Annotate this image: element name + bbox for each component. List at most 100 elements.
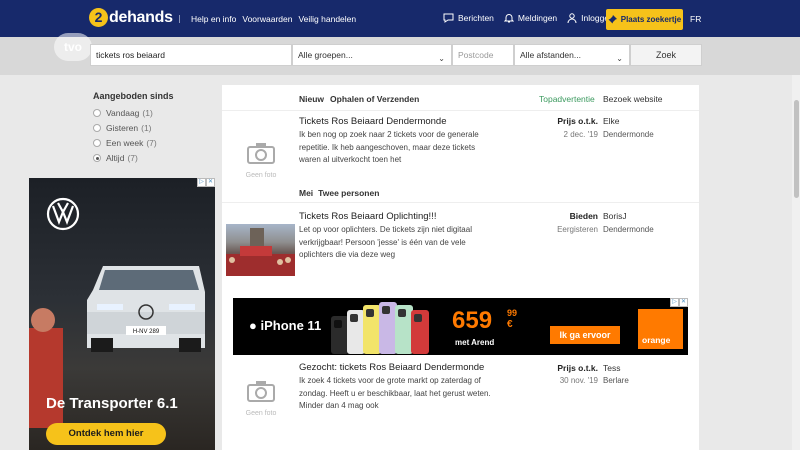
- listing-location: Berlare: [603, 376, 629, 385]
- help-link[interactable]: Help en info: [191, 14, 236, 24]
- tab-new[interactable]: Nieuw: [299, 94, 324, 104]
- listing-location: Dendermonde: [603, 225, 654, 234]
- listing-description: Ik ben nog op zoek naar 2 tickets voor d…: [299, 130, 479, 164]
- apple-icon: ●: [249, 318, 257, 333]
- visit-website-link[interactable]: Bezoek website: [603, 94, 663, 104]
- scrollbar-thumb[interactable]: [794, 100, 799, 198]
- listing-price: Bieden: [569, 211, 598, 221]
- header-links: Help en info Voorwaarden Veilig handelen: [191, 14, 356, 24]
- vw-logo-icon: [46, 197, 80, 231]
- listing-date: 30 nov. '19: [559, 376, 598, 385]
- product-name: iPhone 11: [260, 318, 322, 333]
- filter-always[interactable]: Altijd (7): [93, 153, 138, 163]
- filter-yesterday[interactable]: Gisteren (1): [93, 123, 152, 133]
- site-logo[interactable]: 2 dehands: [89, 8, 173, 27]
- place-ad-button[interactable]: Plaats zoekertje: [606, 9, 683, 30]
- no-photo-label: Geen foto: [245, 171, 277, 179]
- section-label: Mei Twee personen: [299, 188, 379, 198]
- notifications-link[interactable]: Meldingen: [503, 13, 558, 23]
- listing-title[interactable]: Tickets Ros Beiaard Dendermonde: [299, 116, 447, 127]
- listing-description: Ik zoek 4 tickets voor de grote markt op…: [299, 376, 491, 410]
- pin-icon: [608, 15, 617, 24]
- ad-close-icon[interactable]: ✕: [679, 298, 688, 307]
- ad-choices[interactable]: ▷ ✕: [197, 178, 215, 187]
- ad-price-cents: 99: [507, 308, 518, 318]
- volkswagen-ad[interactable]: ▷ ✕ H-NV 289 De Transporter 6.1 Ontdek h…: [29, 178, 215, 450]
- camera-icon: [247, 142, 275, 164]
- ad-info-icon[interactable]: ▷: [670, 298, 679, 307]
- ad-info-icon[interactable]: ▷: [197, 178, 206, 187]
- messages-link[interactable]: Berichten: [443, 13, 494, 23]
- listing-date: 2 dec. '19: [563, 130, 598, 139]
- filter-label: Gisteren: [106, 123, 139, 133]
- category-value: Alle groepen...: [298, 50, 353, 60]
- discover-button[interactable]: Ontdek hem hier: [46, 423, 166, 445]
- chevron-down-icon: ⌄: [438, 54, 445, 63]
- listing-seller[interactable]: Elke: [603, 116, 620, 126]
- radio-button[interactable]: [93, 124, 101, 132]
- postcode-input[interactable]: Postcode: [452, 44, 514, 66]
- notifications-label: Meldingen: [517, 13, 558, 23]
- listing-seller[interactable]: Tess: [603, 363, 620, 373]
- distance-value: Alle afstanden...: [520, 50, 581, 60]
- listing-price: Prijs o.t.k.: [557, 363, 598, 373]
- radio-button[interactable]: [93, 109, 101, 117]
- iphone-logo: ● iPhone 11: [249, 318, 321, 333]
- terms-link[interactable]: Voorwaarden: [242, 14, 292, 24]
- tvo-watermark: tvo: [54, 33, 92, 61]
- place-ad-label: Plaats zoekertje: [620, 15, 682, 24]
- search-button[interactable]: Zoek: [630, 44, 702, 66]
- filter-label: Een week: [106, 138, 144, 148]
- distance-select[interactable]: Alle afstanden... ⌄: [514, 44, 630, 66]
- ad-close-icon[interactable]: ✕: [206, 178, 215, 187]
- license-plate: H-NV 289: [133, 329, 160, 335]
- ad-subtitle: met Arend: [455, 338, 495, 347]
- chevron-down-icon: ⌄: [616, 54, 623, 63]
- filter-count: (1): [142, 108, 153, 118]
- filter-count: (7): [127, 153, 138, 163]
- listing-tabs: Nieuw Ophalen of Verzenden: [299, 94, 419, 104]
- language-switch[interactable]: FR: [690, 14, 701, 24]
- divider: [222, 110, 699, 111]
- header-actions: Berichten Meldingen Inloggen: [443, 13, 624, 23]
- tab-delivery[interactable]: Ophalen of Verzenden: [330, 94, 419, 104]
- listing-date: Eergisteren: [557, 225, 598, 234]
- chat-icon: [443, 13, 454, 23]
- top-ad-label: Topadvertentie: [539, 94, 595, 104]
- header-separator: [179, 15, 180, 23]
- iphone-ad[interactable]: ▷ ✕ ● iPhone 11 659 99 € met Arend Ik ga…: [233, 298, 688, 355]
- listing-seller[interactable]: BorisJ: [603, 211, 627, 221]
- listing-title[interactable]: Gezocht: tickets Ros Beiaard Dendermonde: [299, 362, 484, 373]
- ad-price-currency: €: [507, 319, 513, 330]
- top-navigation-bar: 2 dehands Help en info Voorwaarden Veili…: [0, 0, 800, 37]
- listing-photo[interactable]: [226, 224, 295, 276]
- category-select[interactable]: Alle groepen... ⌄: [292, 44, 452, 66]
- radio-button[interactable]: [93, 139, 101, 147]
- filter-count: (1): [141, 123, 152, 133]
- user-icon: [567, 13, 577, 23]
- filter-label: Altijd: [106, 153, 125, 163]
- listing-title[interactable]: Tickets Ros Beiaard Oplichting!!!: [299, 211, 436, 222]
- listing-photo-placeholder[interactable]: Geen foto: [226, 130, 296, 190]
- filter-label: Vandaag: [106, 108, 140, 118]
- safe-trading-link[interactable]: Veilig handelen: [298, 14, 356, 24]
- filter-week[interactable]: Een week (7): [93, 138, 157, 148]
- listing-price: Prijs o.t.k.: [557, 116, 598, 126]
- divider: [222, 202, 699, 203]
- listing-description: Let op voor oplichters. De tickets zijn …: [299, 225, 472, 259]
- ad-price: 659: [452, 307, 493, 334]
- ad-choices[interactable]: ▷ ✕: [670, 298, 688, 307]
- search-input[interactable]: tickets ros beiaard: [90, 44, 292, 66]
- filter-count: (7): [146, 138, 157, 148]
- section-persons: Twee personen: [318, 188, 380, 198]
- filter-today[interactable]: Vandaag (1): [93, 108, 153, 118]
- orange-logo: orange: [638, 309, 683, 349]
- section-month: Mei: [299, 188, 314, 198]
- no-photo-label: Geen foto: [245, 409, 277, 417]
- van-image: H-NV 289: [87, 266, 205, 352]
- ad-cta-button[interactable]: Ik ga ervoor: [550, 326, 620, 344]
- orange-brand: orange: [642, 335, 671, 345]
- radio-button-selected[interactable]: [93, 154, 101, 162]
- messages-label: Berichten: [458, 13, 494, 23]
- listing-photo-placeholder[interactable]: Geen foto: [226, 368, 296, 428]
